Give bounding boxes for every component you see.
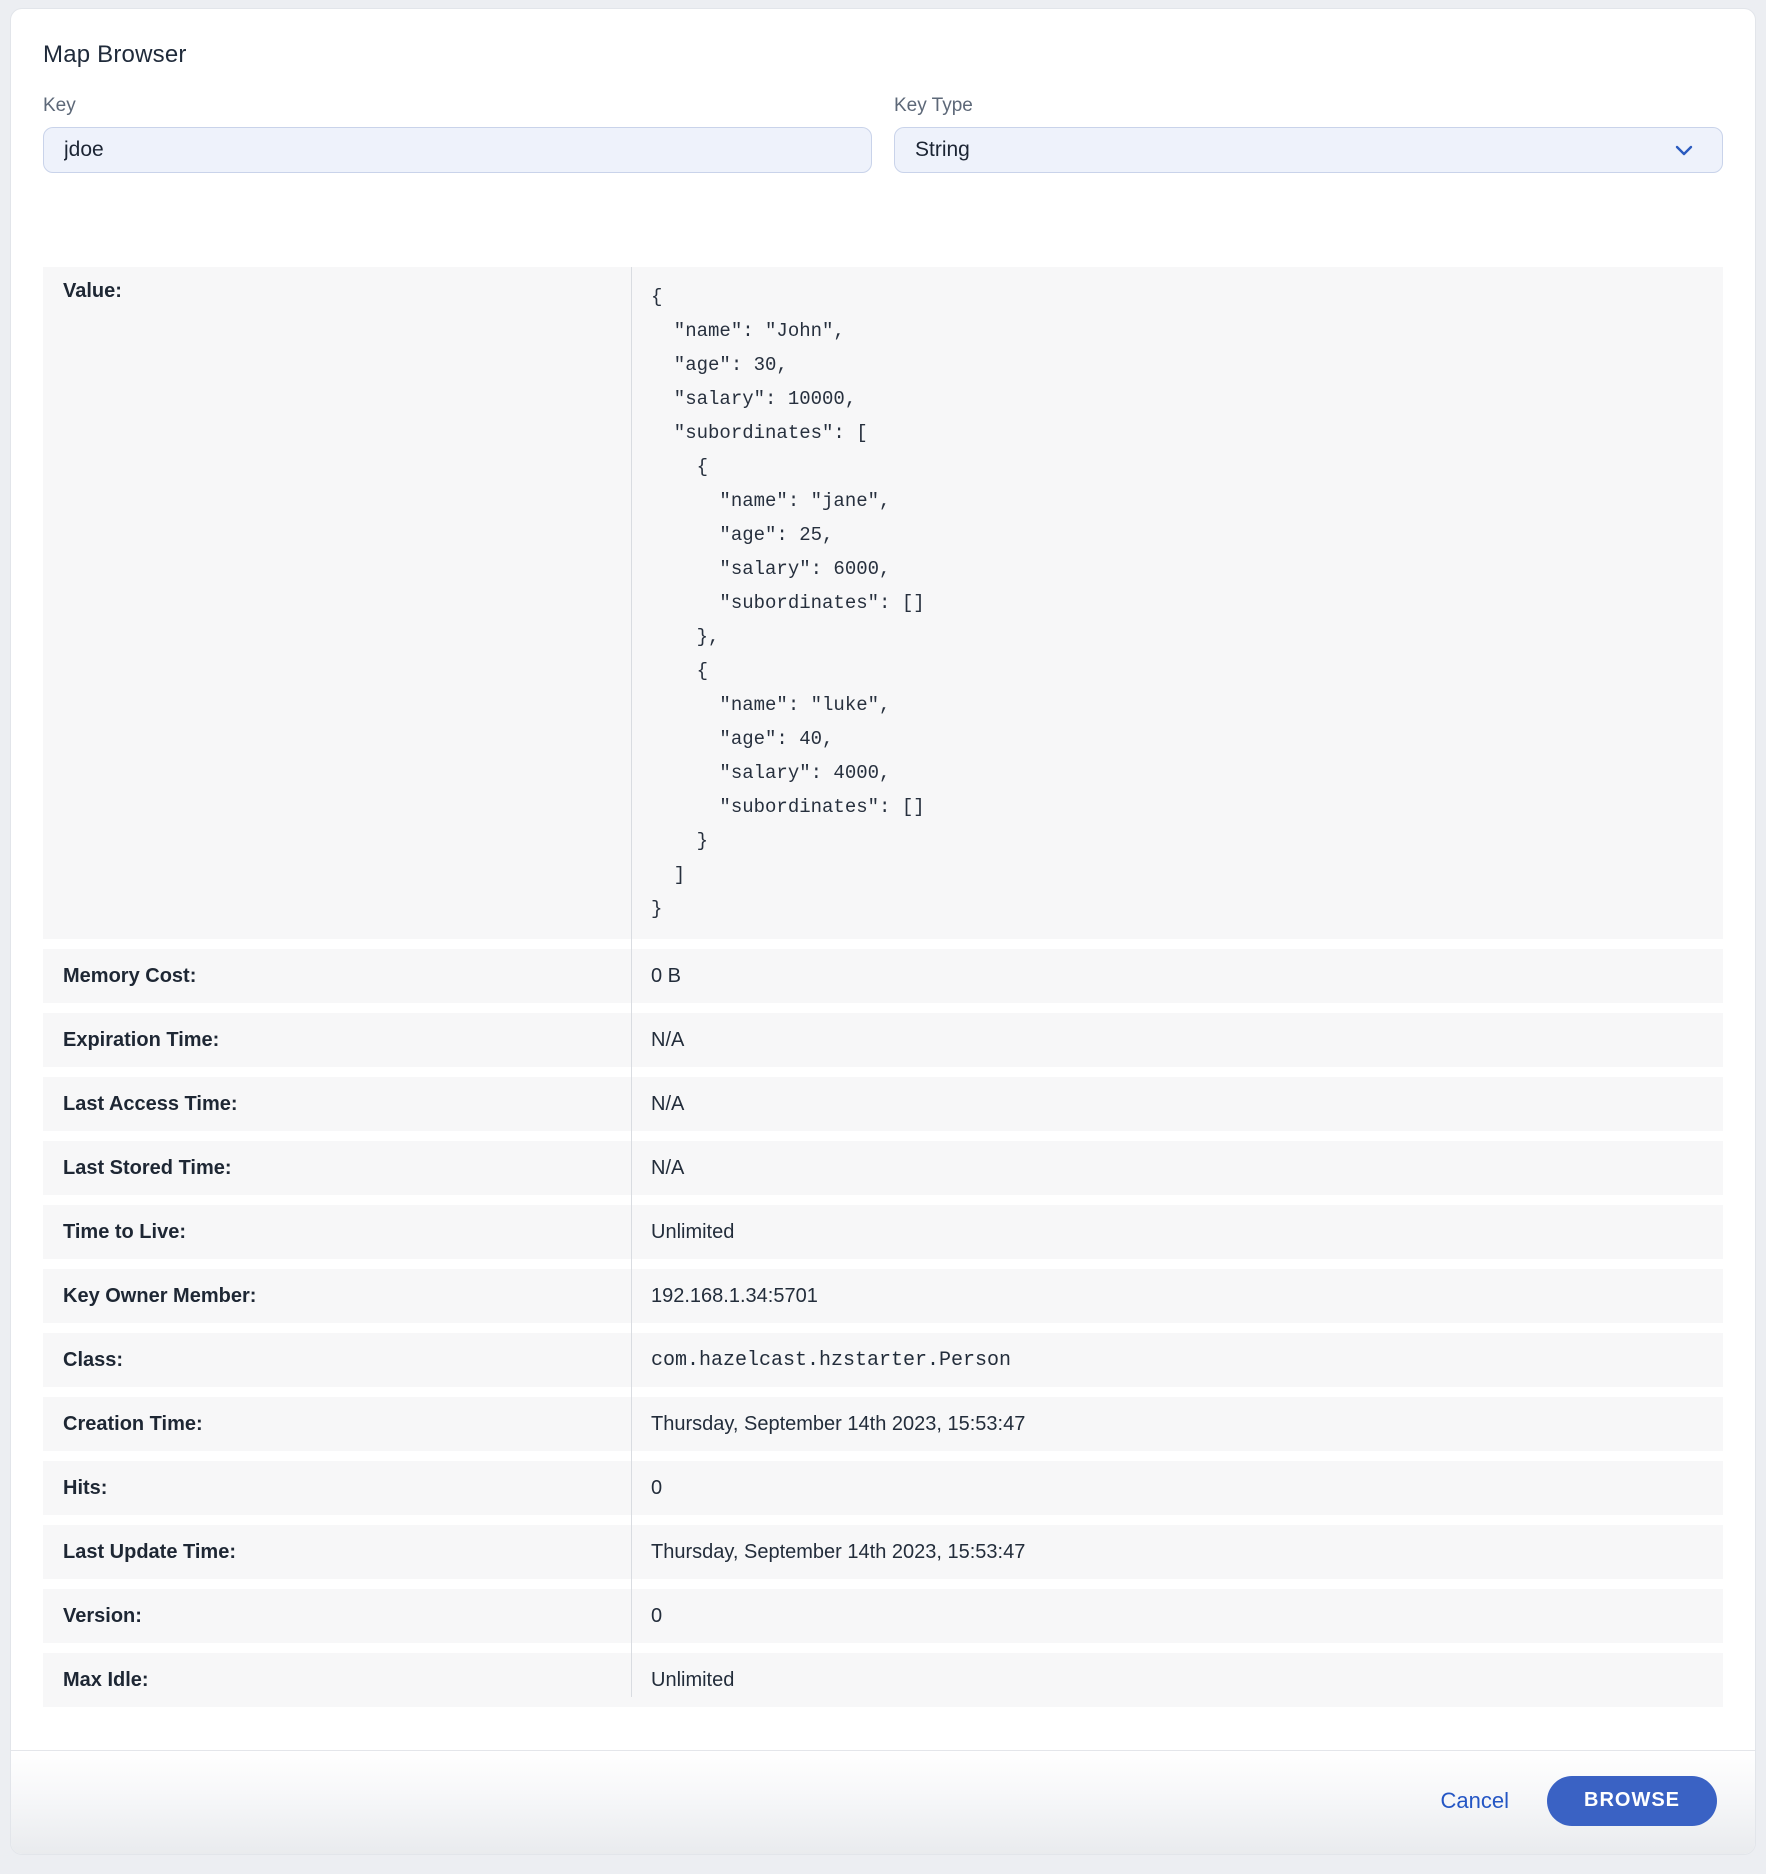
key-input[interactable] [43,127,872,173]
key-column: Key [43,95,872,173]
row-label: Memory Cost: [43,965,631,988]
table-row-class: Class: com.hazelcast.hzstarter.Person [43,1333,1723,1387]
row-value: Unlimited [631,1221,1723,1244]
value-json: { "name": "John", "age": 30, "salary": 1… [651,280,1699,926]
table-row-value: Value: { "name": "John", "age": 30, "sal… [43,267,1723,939]
row-label: Key Owner Member: [43,1285,631,1308]
page-title: Map Browser [11,9,1755,69]
table-row-key-owner-member: Key Owner Member: 192.168.1.34:5701 [43,1269,1723,1323]
row-label: Expiration Time: [43,1029,631,1052]
row-label: Version: [43,1605,631,1628]
entry-details-table: Value: { "name": "John", "age": 30, "sal… [43,267,1723,1707]
map-browser-panel: Map Browser Key Key Type String Value: {… [10,8,1756,1855]
row-label: Hits: [43,1477,631,1500]
table-row-creation-time: Creation Time: Thursday, September 14th … [43,1397,1723,1451]
chevron-down-icon [1672,138,1696,162]
table-row-last-access-time: Last Access Time: N/A [43,1077,1723,1131]
cancel-button[interactable]: Cancel [1441,1788,1509,1814]
row-label: Creation Time: [43,1413,631,1436]
browse-button[interactable]: BROWSE [1547,1776,1717,1826]
table-row-last-stored-time: Last Stored Time: N/A [43,1141,1723,1195]
key-type-select[interactable]: String [894,127,1723,173]
row-value: com.hazelcast.hzstarter.Person [631,1349,1723,1372]
table-row-time-to-live: Time to Live: Unlimited [43,1205,1723,1259]
row-label: Class: [43,1349,631,1372]
table-row-version: Version: 0 [43,1589,1723,1643]
row-value: Thursday, September 14th 2023, 15:53:47 [631,1541,1723,1564]
key-form: Key Key Type String [43,95,1723,173]
row-value: Thursday, September 14th 2023, 15:53:47 [631,1413,1723,1436]
table-row-memory-cost: Memory Cost: 0 B [43,949,1723,1003]
row-label: Max Idle: [43,1669,631,1692]
row-value: N/A [631,1029,1723,1052]
row-value: 192.168.1.34:5701 [631,1285,1723,1308]
row-value: 0 B [631,965,1723,988]
table-row-max-idle: Max Idle: Unlimited [43,1653,1723,1707]
row-value: 0 [631,1477,1723,1500]
table-row-hits: Hits: 0 [43,1461,1723,1515]
value-row-content: { "name": "John", "age": 30, "salary": 1… [631,267,1723,939]
row-label: Last Stored Time: [43,1157,631,1180]
footer-actions: Cancel BROWSE [11,1750,1755,1854]
key-type-selected-value: String [915,138,970,162]
key-type-column: Key Type String [894,95,1723,173]
row-value: N/A [631,1157,1723,1180]
row-label: Last Update Time: [43,1541,631,1564]
row-value: 0 [631,1605,1723,1628]
row-value: N/A [631,1093,1723,1116]
row-value: Unlimited [631,1669,1723,1692]
table-row-expiration-time: Expiration Time: N/A [43,1013,1723,1067]
row-label: Time to Live: [43,1221,631,1244]
value-row-label: Value: [43,267,631,316]
key-type-label: Key Type [894,95,1723,117]
table-row-last-update-time: Last Update Time: Thursday, September 14… [43,1525,1723,1579]
row-label: Last Access Time: [43,1093,631,1116]
key-label: Key [43,95,872,117]
